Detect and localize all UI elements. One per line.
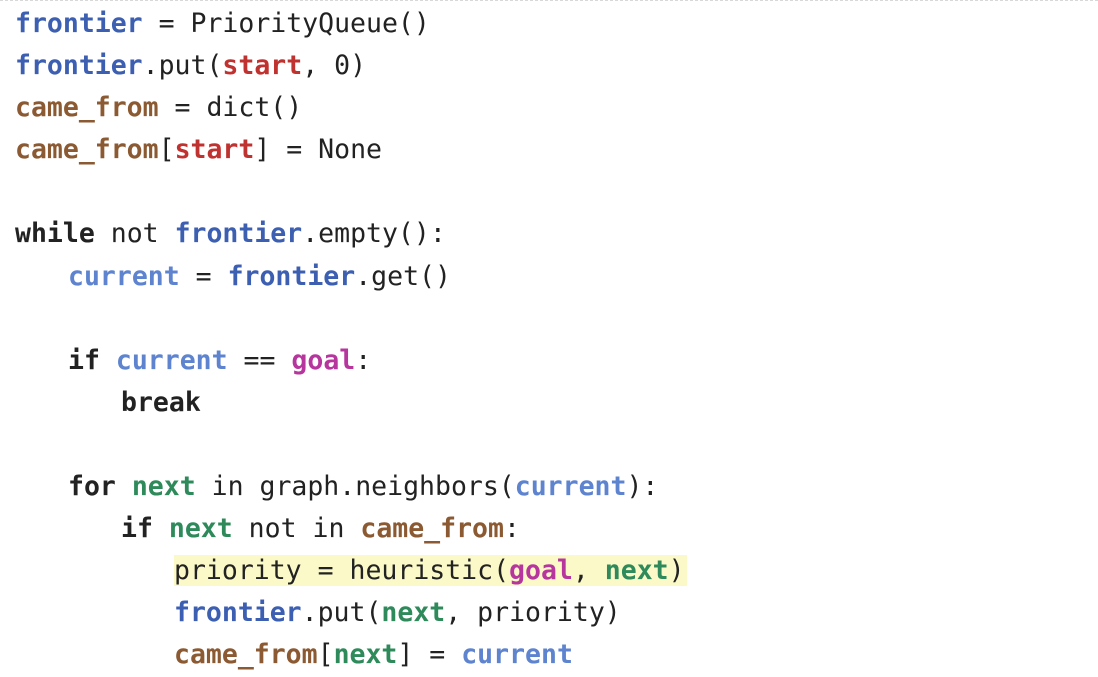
code-text: .put( [142,50,223,82]
code-text: ): [626,471,659,503]
highlighted-line: priority = heuristic(goal, next) [174,555,687,587]
code-line: came_from[start] = None [15,129,1098,171]
code-text: == [227,344,292,376]
code-line: came_from = dict() [15,87,1098,129]
code-token-goal: goal [291,344,356,376]
code-line: came_from[next] = current [15,634,1098,676]
code-token-start: start [174,134,255,166]
code-line: break [15,382,1098,424]
code-token-next: next [333,639,398,671]
code-line: current = frontier.get() [15,256,1098,298]
code-token-frontier: frontier [227,260,356,292]
code-token-next: next [131,471,196,503]
code-token-start: start [222,50,303,82]
code-token-frontier: frontier [15,8,143,39]
code-line: frontier.put(next, priority) [15,592,1098,634]
code-text: ] = None [254,134,382,166]
code-token-frontier: frontier [15,50,143,82]
code-line: if next not in came_from: [15,508,1098,550]
code-text: : [503,513,520,545]
code-token-goal: goal [509,555,573,587]
code-token-came-from: came_from [360,513,504,545]
code-text: in graph.neighbors( [195,471,515,503]
code-line: priority = heuristic(goal, next) [15,550,1098,592]
code-text: , 0) [302,50,367,82]
code-text: .get() [355,260,451,292]
code-line: while not frontier.empty(): [15,213,1098,255]
code-text: ] = [397,639,462,671]
code-token-kw: if [68,344,100,376]
code-token-came-from: came_from [15,92,159,124]
code-token-next: next [604,555,669,587]
code-token-current: current [461,639,573,671]
code-token-kw: if [121,513,153,545]
code-text: : [355,344,372,376]
code-token-frontier: frontier [174,218,303,250]
code-text: [ [158,134,175,166]
code-token-next: next [168,513,233,545]
code-text: not [94,218,175,250]
code-text: .empty(): [302,218,446,250]
code-text: .put( [301,597,382,629]
code-text: = [179,260,228,292]
code-line: if current == goal: [15,340,1098,382]
code-text: , priority) [445,597,621,629]
code-line: frontier.put(start, 0) [15,45,1098,87]
code-token-kw: break [121,386,201,418]
code-line: for next in graph.neighbors(current): [15,466,1098,508]
code-token-current: current [115,344,228,376]
code-token-came-from: came_from [15,134,159,166]
code-token-kw: while [15,218,95,250]
code-token-next: next [381,597,446,629]
code-token-came-from: came_from [174,639,318,671]
code-token-current: current [514,471,627,503]
code-token-current: current [68,260,180,292]
code-line: frontier = PriorityQueue() [15,3,1098,45]
code-text: = dict() [158,92,303,124]
code-text: not in [232,513,361,545]
code-text: = PriorityQueue() [142,8,430,39]
code-token-kw: for [68,471,116,503]
code-text: priority = heuristic( [174,555,510,587]
code-text: ) [668,555,685,587]
code-text: , [572,555,605,587]
code-token-frontier: frontier [174,597,302,629]
code-text: [ [317,639,334,671]
code-block: frontier = PriorityQueue() frontier.put(s… [0,0,1098,672]
